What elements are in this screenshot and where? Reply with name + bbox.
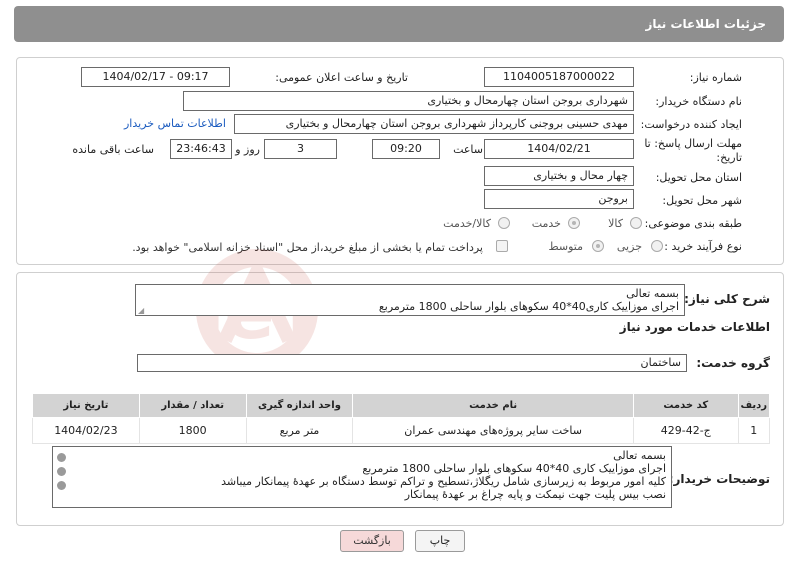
buyer-notes-label: توضیحات خریدار: xyxy=(668,472,770,486)
cell-qty: 1800 xyxy=(138,417,247,444)
col-name-header: نام خدمت xyxy=(352,393,634,418)
notes-line-3: کلیه امور مربوط به زیرسازی شامل ریگلاژ،ت… xyxy=(221,475,666,488)
cell-row: 1 xyxy=(737,417,771,444)
page-header: جزئیات اطلاعات نیاز xyxy=(14,6,784,42)
col-unit-header: واحد اندازه گیری xyxy=(245,393,354,418)
summary-textarea[interactable]: بسمه تعالی اجرای موزاییک کاری40*40 سکوها… xyxy=(135,284,685,316)
col-date-header: تاریخ نیاز xyxy=(32,393,140,418)
category-goods-service-label: کالا/خدمت xyxy=(443,217,491,230)
need-number-field[interactable]: 1104005187000022 xyxy=(484,67,634,87)
page-title: جزئیات اطلاعات نیاز xyxy=(645,17,766,31)
process-minor-label: جزیی xyxy=(616,240,642,253)
creator-field[interactable]: مهدی حسینی بروجنی کارپرداز شهرداری بروجن… xyxy=(234,114,634,134)
deadline-label: مهلت ارسال پاسخ: تا xyxy=(644,137,742,150)
col-code-header: کد خدمت xyxy=(632,393,739,418)
buyer-notes-textarea[interactable]: بسمه تعالی اجرای موزاییک کاری 40*40 سکوه… xyxy=(52,446,672,508)
days-remaining-field[interactable]: 3 xyxy=(264,139,337,159)
cell-date: 1404/02/23 xyxy=(32,417,140,444)
notes-line-2: اجرای موزاییک کاری 40*40 سکوهای بلوار سا… xyxy=(362,462,666,475)
city-label: شهر محل تحویل: xyxy=(662,194,742,207)
province-label: استان محل تحویل: xyxy=(655,171,742,184)
service-group-field[interactable]: ساختمان xyxy=(137,354,687,372)
category-label: طبقه بندی موضوعی: xyxy=(644,217,742,230)
category-service-label: خدمت xyxy=(531,217,561,230)
table-header-row: ردیف کد خدمت نام خدمت واحد اندازه گیری ت… xyxy=(32,393,771,418)
process-minor-radio[interactable] xyxy=(651,240,663,252)
cell-code: ج-42-429 xyxy=(632,417,739,444)
notes-line-1: بسمه تعالی xyxy=(613,449,666,462)
services-section-title: اطلاعات خدمات مورد نیاز xyxy=(619,320,770,334)
deadline-label-2: تاریخ: xyxy=(716,151,742,164)
category-service-radio[interactable] xyxy=(568,217,580,229)
province-field[interactable]: چهار محال و بختیاری xyxy=(484,166,634,186)
city-field[interactable]: بروجن xyxy=(484,189,634,209)
deadline-date-field[interactable]: 1404/02/21 xyxy=(484,139,634,159)
back-button[interactable]: بازگشت xyxy=(340,530,404,552)
process-type-label: نوع فرآیند خرید : xyxy=(664,240,742,253)
summary-label: شرح کلی نیاز: xyxy=(684,292,770,306)
services-table: ردیف کد خدمت نام خدمت واحد اندازه گیری ت… xyxy=(32,393,771,444)
process-medium-radio[interactable] xyxy=(592,240,604,252)
col-qty-header: تعداد / مقدار xyxy=(138,393,247,418)
category-goods-radio[interactable] xyxy=(630,217,642,229)
cell-name: ساخت سایر پروژه‌های مهندسی عمران xyxy=(352,417,634,444)
category-goods-service-radio[interactable] xyxy=(498,217,510,229)
announce-date-label: تاریخ و ساعت اعلان عمومی: xyxy=(275,71,408,84)
summary-line-1: بسمه تعالی xyxy=(626,287,679,300)
resize-grip-icon[interactable]: ◢ xyxy=(138,307,145,315)
treasury-payment-checkbox[interactable] xyxy=(496,240,508,252)
deadline-time-label: ساعت xyxy=(453,143,483,156)
treasury-payment-note: پرداخت تمام یا بخشی از مبلغ خرید،از محل … xyxy=(132,241,483,254)
category-goods-label: کالا xyxy=(608,217,623,230)
print-button[interactable]: چاپ xyxy=(415,530,465,552)
deadline-time-field[interactable]: 09:20 xyxy=(372,139,440,159)
days-label: روز و xyxy=(235,143,260,156)
buyer-contact-link[interactable]: اطلاعات تماس خریدار xyxy=(124,117,226,130)
need-number-label: شماره نیاز: xyxy=(689,71,742,84)
col-row-header: ردیف xyxy=(737,393,771,418)
creator-label: ایجاد کننده درخواست: xyxy=(640,118,742,131)
buyer-field[interactable]: شهرداری بروجن استان چهارمحال و بختیاری xyxy=(183,91,634,111)
summary-line-2: اجرای موزاییک کاری40*40 سکوهای بلوار ساح… xyxy=(378,300,679,313)
service-group-label: گروه خدمت: xyxy=(696,356,770,370)
buyer-label: نام دستگاه خریدار: xyxy=(655,95,742,108)
time-remaining-label: ساعت باقی مانده xyxy=(72,143,154,156)
process-medium-label: متوسط xyxy=(548,240,583,253)
scroll-thumb-icon[interactable] xyxy=(57,467,66,476)
notes-line-4: نصب بیس پلیت جهت نیمکت و پایه چراغ بر عه… xyxy=(404,488,666,501)
scroll-down-icon[interactable] xyxy=(57,481,66,490)
notes-scrollbar[interactable] xyxy=(56,449,68,505)
need-info-panel xyxy=(16,57,784,265)
time-remaining-field[interactable]: 23:46:43 xyxy=(170,139,232,159)
scroll-up-icon[interactable] xyxy=(57,453,66,462)
table-row[interactable]: 1 ج-42-429 ساخت سایر پروژه‌های مهندسی عم… xyxy=(32,417,771,444)
cell-unit: متر مربع xyxy=(245,417,354,444)
announce-date-field[interactable]: 1404/02/17 - 09:17 xyxy=(81,67,230,87)
